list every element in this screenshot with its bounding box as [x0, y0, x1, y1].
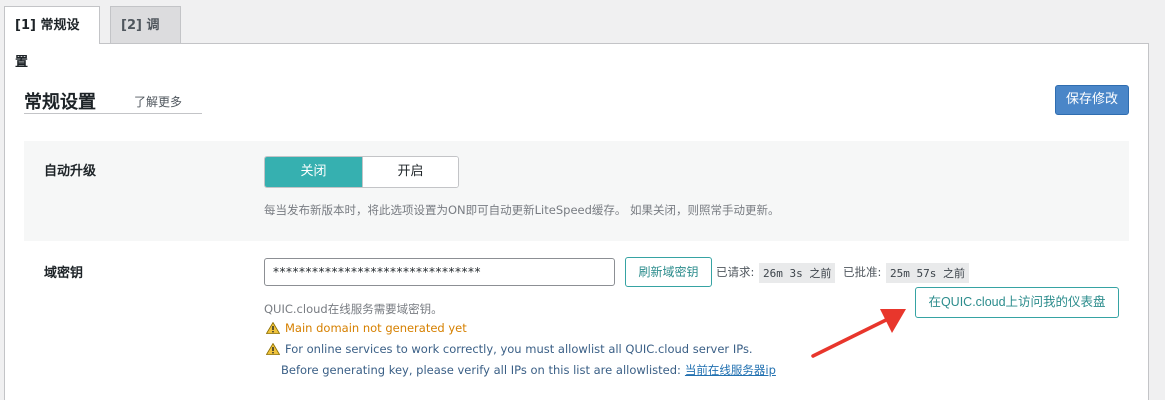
verify-ip-text: Before generating key, please verify all…	[281, 363, 681, 377]
requested-label: 已请求:	[716, 265, 755, 279]
warning-main-domain: Main domain not generated yet	[266, 321, 467, 335]
auto-upgrade-description: 每当发布新版本时，将此选项设置为ON即可自动更新LiteSpeed缓存。 如果关…	[264, 203, 780, 217]
domain-key-input[interactable]: ********************************	[264, 258, 615, 286]
tab-tuning[interactable]: [2] 调整	[110, 6, 181, 70]
domain-key-note: QUIC.cloud在线服务需要域密钥。	[264, 302, 443, 316]
save-button[interactable]: 保存修改	[1055, 85, 1129, 115]
warning-allowlist-text: For online services to work correctly, y…	[285, 342, 753, 356]
warning-allowlist: For online services to work correctly, y…	[266, 342, 753, 356]
toggle-off-button[interactable]: 关闭	[265, 157, 362, 187]
tab-bar: [1] 常规设置 [2] 调整	[0, 0, 1165, 70]
requested-value: 26m 3s 之前	[759, 263, 836, 283]
server-ip-list-link[interactable]: 当前在线服务器ip	[685, 362, 776, 378]
page-title: 常规设置	[24, 92, 96, 113]
auto-upgrade-toggle: 关闭 开启	[264, 156, 459, 188]
title-divider	[24, 113, 202, 114]
warning-main-domain-text: Main domain not generated yet	[285, 321, 467, 335]
auto-upgrade-row	[24, 141, 1129, 241]
tab-general-settings[interactable]: [1] 常规设置	[4, 6, 100, 70]
quic-dashboard-button[interactable]: 在QUIC.cloud上访问我的仪表盘	[915, 287, 1119, 318]
learn-more-link[interactable]: 了解更多	[134, 93, 182, 110]
warning-icon	[266, 322, 280, 334]
domain-key-label: 域密钥	[44, 266, 84, 281]
refresh-domain-key-button[interactable]: 刷新域密钥	[625, 257, 712, 287]
toggle-on-button[interactable]: 开启	[362, 157, 458, 187]
auto-upgrade-label: 自动升级	[44, 164, 97, 179]
warning-icon	[266, 343, 280, 355]
arrow-annotation	[811, 309, 906, 358]
verify-ip-line: Before generating key, please verify all…	[281, 362, 776, 378]
approved-label: 已批准:	[843, 265, 882, 279]
approved-value: 25m 57s 之前	[886, 263, 969, 283]
